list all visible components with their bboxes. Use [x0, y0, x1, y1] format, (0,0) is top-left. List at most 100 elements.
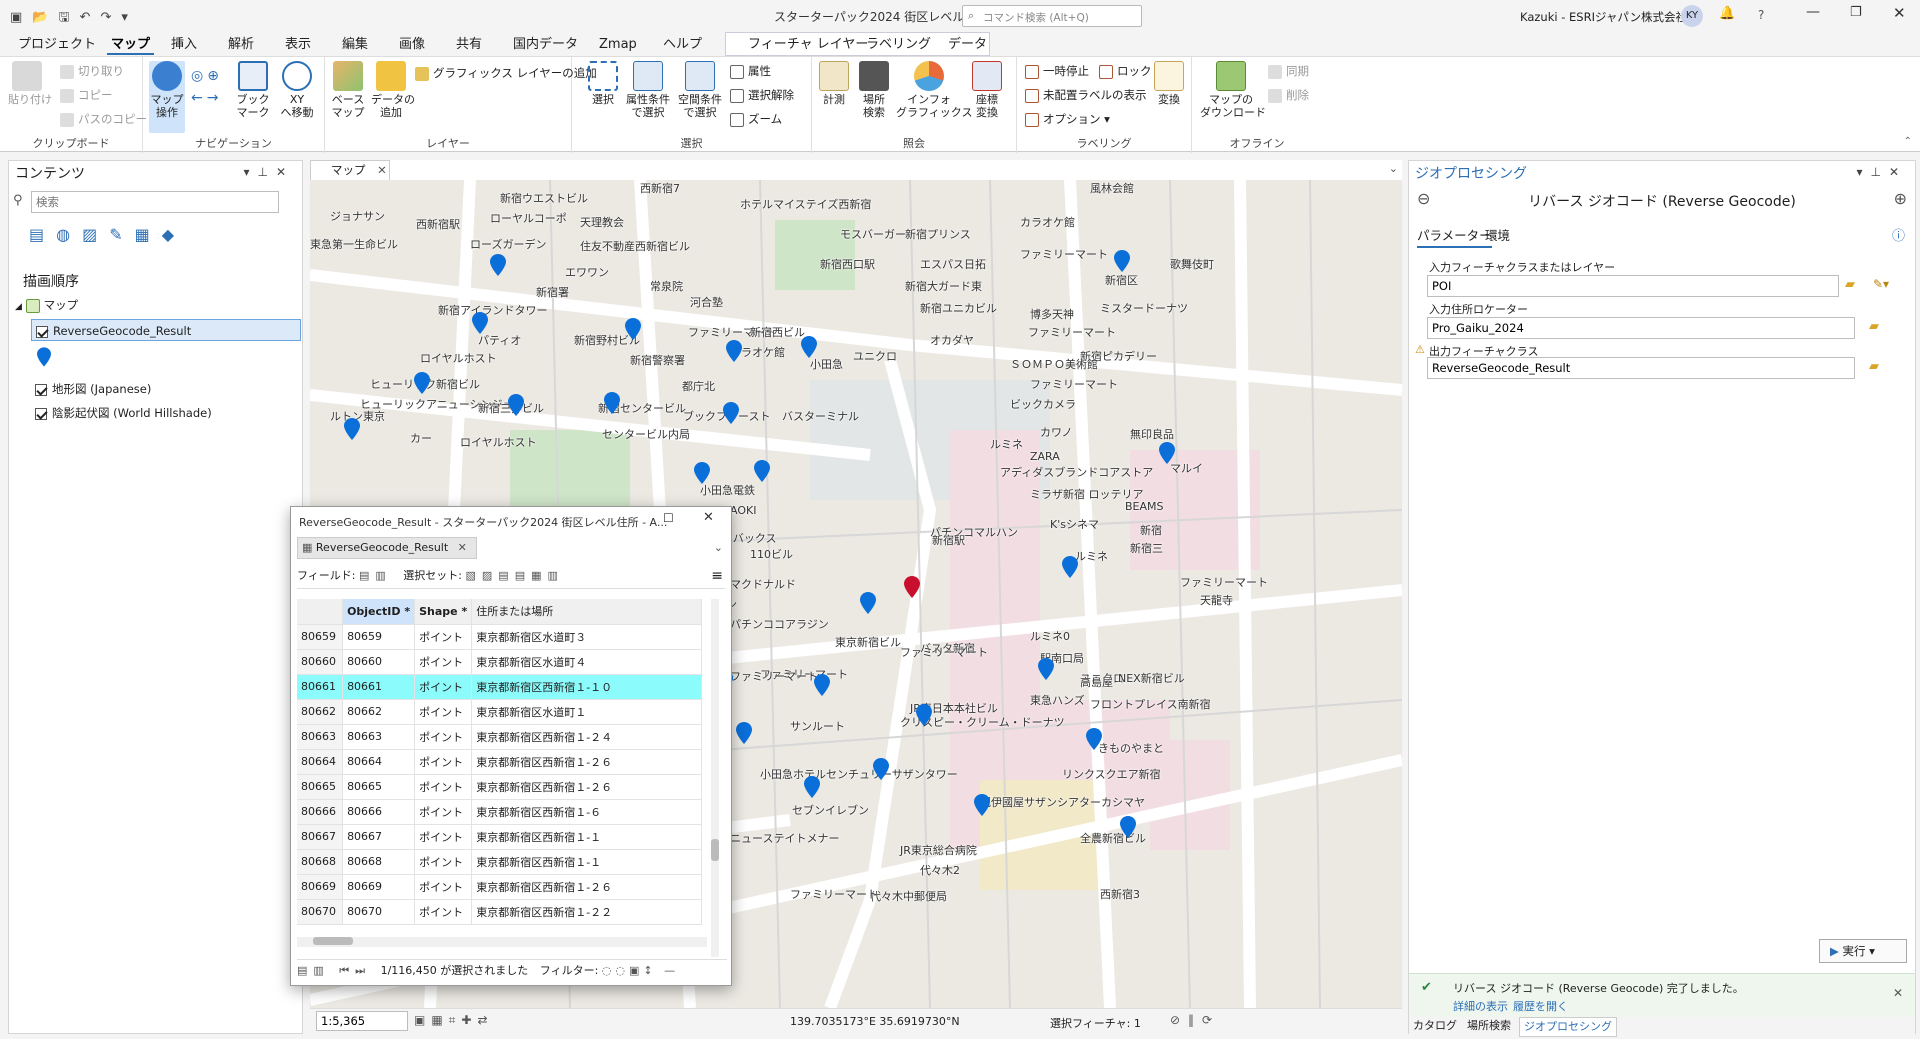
row-index[interactable]: 80665: [297, 774, 344, 800]
close-table-button[interactable]: ✕: [703, 510, 714, 525]
view-details-link[interactable]: 詳細の表示: [1453, 998, 1508, 1014]
copy-path-button[interactable]: パスのコピー: [60, 111, 147, 127]
collapse-ribbon-icon[interactable]: ⌃: [1904, 136, 1912, 147]
poi-pin-icon[interactable]: [694, 462, 710, 484]
row-index[interactable]: 80660: [297, 649, 344, 675]
edit-pencil-icon[interactable]: ✎▾: [1873, 277, 1889, 291]
lock-labels-button[interactable]: ロック: [1099, 63, 1152, 79]
tab-project[interactable]: プロジェクト: [14, 35, 100, 55]
tab-edit[interactable]: 編集: [338, 35, 372, 55]
remove-button[interactable]: 削除: [1268, 87, 1309, 103]
poi-pin-icon[interactable]: [974, 794, 990, 816]
table-view-toggle-icons[interactable]: ▤▥ ⏮⏭: [297, 964, 371, 977]
help-icon[interactable]: ⓘ: [1892, 225, 1905, 244]
table-row[interactable]: 80662 80662 ポイント 東京都新宿区水道町１: [297, 699, 702, 725]
poi-pin-icon[interactable]: [723, 402, 739, 424]
browse-folder-icon[interactable]: ▰: [1869, 359, 1879, 374]
restore-button[interactable]: ❐: [1850, 5, 1862, 20]
table-horizontal-scrollbar[interactable]: [297, 937, 707, 947]
close-window-button[interactable]: ✕: [1893, 4, 1906, 22]
table-vertical-scrollbar[interactable]: [711, 599, 719, 957]
tab-catalog[interactable]: カタログ: [1413, 1017, 1457, 1035]
table-tab[interactable]: ▦ ReverseGeocode_Result ✕: [297, 537, 477, 559]
convert-coordinates-button[interactable]: 座標 変換: [966, 61, 1008, 119]
table-menu-icon[interactable]: ≡: [711, 563, 723, 589]
convert-labels-button[interactable]: 変換: [1151, 61, 1187, 106]
add-data-button[interactable]: データの 追加: [371, 61, 415, 119]
tab-geoprocessing[interactable]: ジオプロセシング: [1519, 1017, 1617, 1037]
row-index[interactable]: 80661: [297, 674, 344, 700]
minimize-button[interactable]: —: [1806, 4, 1820, 20]
pane-controls[interactable]: ▾⊥✕: [243, 165, 294, 179]
table-row[interactable]: 80669 80669 ポイント 東京都新宿区西新宿１-２６: [297, 874, 702, 900]
pane-controls[interactable]: ▾⊥✕: [1856, 165, 1907, 179]
row-index[interactable]: 80668: [297, 849, 344, 875]
layer-visibility-checkbox[interactable]: [35, 383, 47, 396]
row-index[interactable]: 80663: [297, 724, 344, 750]
table-row[interactable]: 80663 80663 ポイント 東京都新宿区西新宿１-２４: [297, 724, 702, 750]
table-row[interactable]: 80665 80665 ポイント 東京都新宿区西新宿１-２６: [297, 774, 702, 800]
row-index[interactable]: 80664: [297, 749, 344, 775]
tab-list-chevron-icon[interactable]: ⌄: [1389, 162, 1398, 175]
table-row[interactable]: 80668 80668 ポイント 東京都新宿区西新宿１-１: [297, 849, 702, 875]
column-header-objectid[interactable]: ObjectID *: [342, 599, 416, 625]
tab-share[interactable]: 共有: [452, 35, 486, 55]
selected-poi-pin-icon[interactable]: [904, 576, 920, 598]
download-map-button[interactable]: マップの ダウンロード: [1200, 61, 1266, 119]
poi-pin-icon[interactable]: [604, 392, 620, 414]
tab-data[interactable]: データ: [944, 35, 991, 55]
table-tab-chevron-icon[interactable]: ⌄: [714, 541, 723, 554]
tab-locate[interactable]: 場所検索: [1467, 1017, 1511, 1035]
poi-pin-icon[interactable]: [814, 674, 830, 696]
select-by-location-button[interactable]: 空間条件 で選択: [676, 61, 724, 119]
contents-view-toolbar[interactable]: ▤◍▨✎▦◆: [29, 225, 186, 244]
poi-pin-icon[interactable]: [736, 722, 752, 744]
poi-pin-icon[interactable]: [344, 418, 360, 440]
cut-button[interactable]: 切り取り: [60, 63, 124, 79]
poi-pin-icon[interactable]: [860, 592, 876, 614]
browse-folder-icon[interactable]: ▰: [1869, 319, 1879, 334]
pause-labeling-button[interactable]: 一時停止: [1025, 63, 1089, 79]
filter-icon[interactable]: ⚲: [13, 193, 23, 208]
maximize-table-button[interactable]: ☐: [663, 511, 674, 525]
selection-tools-icons[interactable]: ▧▨▤▤▦▥: [466, 569, 564, 582]
poi-pin-icon[interactable]: [1114, 250, 1130, 272]
field-tools-icons[interactable]: ▤▥: [359, 569, 392, 582]
sync-button[interactable]: 同期: [1268, 63, 1309, 79]
poi-pin-icon[interactable]: [508, 394, 524, 416]
tab-map-view[interactable]: マップ ✕: [310, 160, 390, 180]
tab-map[interactable]: マップ: [107, 35, 155, 55]
basemap-button[interactable]: ベース マップ: [329, 61, 367, 119]
add-graphics-layer-button[interactable]: グラフィックス レイヤーの追加: [415, 65, 597, 81]
browse-folder-icon[interactable]: ▰: [1845, 277, 1855, 292]
scale-input[interactable]: [316, 1011, 408, 1031]
quick-access-toolbar[interactable]: ▣📂🖫↶↷▾: [10, 8, 138, 30]
poi-pin-icon[interactable]: [1159, 442, 1175, 464]
poi-pin-icon[interactable]: [1062, 556, 1078, 578]
row-index[interactable]: 80666: [297, 799, 344, 825]
label-options-button[interactable]: オプション ▾: [1025, 111, 1110, 127]
infographics-button[interactable]: インフォ グラフィックス: [896, 61, 972, 119]
poi-pin-icon[interactable]: [490, 254, 506, 276]
row-index[interactable]: 80667: [297, 824, 344, 850]
param-output-field[interactable]: [1427, 357, 1855, 379]
pause-refresh-icons[interactable]: ⊘‖⟳: [1170, 1013, 1220, 1027]
tab-domestic-data[interactable]: 国内データ: [509, 35, 582, 55]
tab-parameters[interactable]: パラメーター: [1417, 225, 1492, 248]
filter-icons[interactable]: ◌◌▣↕ —: [602, 964, 679, 977]
poi-pin-icon[interactable]: [625, 318, 641, 340]
contents-search-input[interactable]: [31, 191, 279, 213]
poi-pin-icon[interactable]: [804, 776, 820, 798]
user-name[interactable]: Kazuki - ESRIジャパン株式会社: [1520, 9, 1687, 25]
avatar[interactable]: KY: [1681, 5, 1703, 27]
table-row[interactable]: 80670 80670 ポイント 東京都新宿区西新宿１-２２: [297, 899, 702, 925]
row-index[interactable]: 80669: [297, 874, 344, 900]
param-locator-field[interactable]: [1427, 317, 1855, 339]
run-button[interactable]: ▶ 実行 ▾: [1819, 939, 1907, 963]
zoom-to-selection-button[interactable]: ズーム: [730, 111, 782, 127]
poi-pin-icon[interactable]: [472, 312, 488, 334]
table-row[interactable]: 80666 80666 ポイント 東京都新宿区西新宿１-６: [297, 799, 702, 825]
tab-labeling[interactable]: ラベリング: [862, 35, 935, 55]
column-header-address[interactable]: 住所または場所: [471, 599, 702, 625]
row-index[interactable]: 80659: [297, 624, 344, 650]
